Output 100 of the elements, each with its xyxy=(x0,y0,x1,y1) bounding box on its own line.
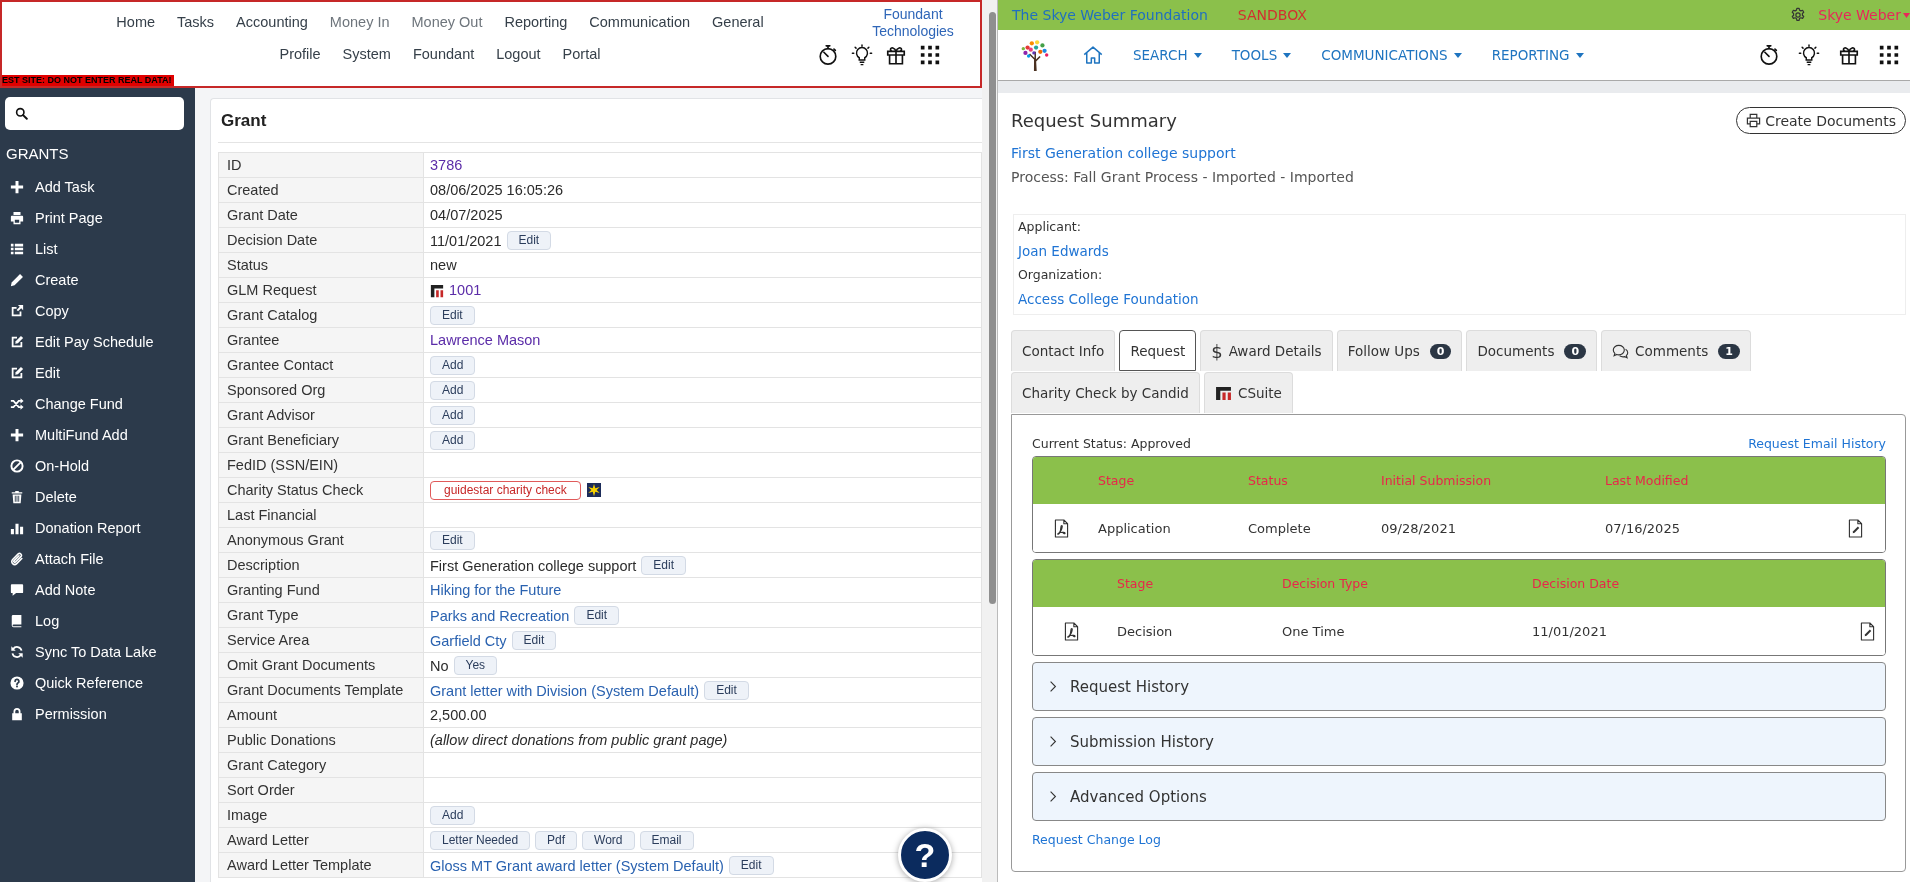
accordion-header[interactable]: Submission History xyxy=(1032,717,1886,766)
small-button[interactable]: Add xyxy=(430,355,476,375)
menu-item[interactable]: SEARCH xyxy=(1133,47,1202,63)
stopwatch-icon[interactable] xyxy=(1758,44,1780,66)
small-button[interactable]: Edit xyxy=(430,530,475,550)
value-link[interactable]: Gloss MT Grant award letter (System Default) xyxy=(430,857,724,873)
sidebar-item[interactable]: Attach File xyxy=(10,543,104,574)
value-link[interactable]: Grant letter with Division (System Default) xyxy=(430,682,700,698)
small-button[interactable]: Yes xyxy=(453,655,498,675)
nav-link[interactable]: Tasks xyxy=(177,14,215,30)
sidebar-item[interactable]: On-Hold xyxy=(10,450,89,481)
sidebar-item[interactable]: Permission xyxy=(10,698,107,729)
tab[interactable]: Charity Check by Candid xyxy=(1011,372,1200,413)
small-button[interactable]: Pdf xyxy=(535,830,578,850)
nav-link[interactable]: Communication xyxy=(589,14,691,30)
create-documents-button[interactable]: Create Documents xyxy=(1736,107,1906,134)
tab[interactable]: $ Award Details xyxy=(1200,330,1333,371)
value-link[interactable]: 1001 xyxy=(449,282,482,299)
contact-link[interactable]: Access College Foundation xyxy=(1018,287,1199,311)
sidebar-item[interactable]: Add Task xyxy=(10,171,95,202)
small-button[interactable]: Edit xyxy=(641,555,686,575)
contact-link[interactable]: Joan Edwards xyxy=(1018,239,1109,263)
small-button[interactable]: Add xyxy=(430,405,476,425)
value-link[interactable]: Parks and Recreation xyxy=(430,607,570,623)
sidebar-item[interactable]: Change Fund xyxy=(10,388,123,419)
nav-link[interactable]: General xyxy=(712,14,764,30)
tab[interactable]: Contact Info xyxy=(1011,330,1116,371)
apps-grid-icon[interactable] xyxy=(919,44,941,66)
email-history-link[interactable]: Request Email History xyxy=(1748,435,1886,451)
value-link[interactable]: Garfield Cty xyxy=(430,632,507,648)
nav-link[interactable]: Reporting xyxy=(504,14,568,30)
tab[interactable]: Comments 1 xyxy=(1601,330,1751,371)
sidebar-item[interactable]: Quick Reference xyxy=(10,667,143,698)
menu-item[interactable]: COMMUNICATIONS xyxy=(1321,47,1462,63)
value-link[interactable]: 3786 xyxy=(430,157,463,174)
apps-grid-icon[interactable] xyxy=(1878,44,1900,66)
sidebar-item[interactable]: MultiFund Add xyxy=(10,419,128,450)
sidebar-item[interactable]: List xyxy=(10,233,58,264)
sidebar-item[interactable]: Add Note xyxy=(10,574,96,605)
sidebar-item[interactable]: Edit Pay Schedule xyxy=(10,326,154,357)
brand-link[interactable]: Foundant Technologies xyxy=(868,6,958,40)
small-button[interactable]: Edit xyxy=(728,855,774,875)
tab[interactable]: Documents 0 xyxy=(1466,330,1598,371)
small-button[interactable]: Edit xyxy=(430,305,475,325)
menu-item[interactable]: REPORTING xyxy=(1491,47,1584,63)
star-icon[interactable] xyxy=(586,483,601,497)
tab[interactable]: Request xyxy=(1119,330,1197,371)
small-button[interactable]: Add xyxy=(430,380,476,400)
search-field[interactable] xyxy=(5,97,184,130)
small-button[interactable]: Word xyxy=(582,830,635,850)
nav-link[interactable]: Money Out xyxy=(411,14,483,30)
sidebar-item[interactable]: Edit xyxy=(10,357,60,388)
small-button[interactable]: Add xyxy=(430,430,476,450)
value-link[interactable]: Hiking for the Future xyxy=(430,582,562,599)
sidebar-item[interactable]: Copy xyxy=(10,295,69,326)
pdf-file-icon[interactable] xyxy=(1064,621,1079,641)
field-label: Decision Date xyxy=(218,227,424,253)
tab[interactable]: Follow Ups 0 xyxy=(1336,330,1463,371)
sidebar-item[interactable]: Log xyxy=(10,605,60,636)
field-label: Applicant: xyxy=(1018,218,1081,236)
sidebar-item[interactable]: Print Page xyxy=(10,202,103,233)
stopwatch-icon[interactable] xyxy=(817,44,839,66)
small-button[interactable]: Letter Needed xyxy=(430,830,531,850)
request-link[interactable]: First Generation college support xyxy=(1011,142,1236,164)
nav-link[interactable]: Foundant xyxy=(412,46,475,62)
nav-link[interactable]: Accounting xyxy=(236,14,308,30)
lightbulb-icon[interactable] xyxy=(851,44,873,66)
small-button[interactable]: Add xyxy=(430,805,476,825)
value-link[interactable]: Lawrence Mason xyxy=(430,332,541,349)
settings-icon[interactable] xyxy=(1790,7,1807,23)
sidebar-item[interactable]: Delete xyxy=(10,481,77,512)
menu-item[interactable]: TOOLS xyxy=(1231,47,1292,63)
sidebar-item[interactable]: Sync To Data Lake xyxy=(10,636,157,667)
accordion-header[interactable]: Advanced Options xyxy=(1032,772,1886,821)
small-button[interactable]: Edit xyxy=(574,605,620,625)
file-edit-icon[interactable] xyxy=(1859,621,1875,641)
lightbulb-icon[interactable] xyxy=(1798,44,1820,66)
small-button[interactable]: Edit xyxy=(704,680,749,700)
tab[interactable]: CSuite xyxy=(1203,372,1293,413)
gift-icon[interactable] xyxy=(1838,44,1860,66)
charity-check-button[interactable]: guidestar charity check xyxy=(430,480,581,500)
sidebar-item[interactable]: Create xyxy=(10,264,79,295)
change-log-link[interactable]: Request Change Log xyxy=(1032,830,1161,850)
small-button[interactable]: Email xyxy=(639,830,694,850)
gift-icon[interactable] xyxy=(885,44,907,66)
home-icon[interactable] xyxy=(1083,45,1103,65)
file-edit-icon[interactable] xyxy=(1847,518,1863,538)
nav-link[interactable]: Portal xyxy=(562,46,601,62)
small-button[interactable]: Edit xyxy=(506,230,552,250)
nav-link[interactable]: System xyxy=(342,46,391,62)
caret-icon xyxy=(1283,52,1292,58)
nav-link[interactable]: Profile xyxy=(279,46,321,62)
nav-link[interactable]: Money In xyxy=(329,14,390,30)
nav-link[interactable]: Home xyxy=(116,14,156,30)
field-label: Grant Documents Template xyxy=(218,677,424,703)
accordion-header[interactable]: Request History xyxy=(1032,662,1886,711)
small-button[interactable]: Edit xyxy=(511,630,557,650)
sidebar-item[interactable]: Donation Report xyxy=(10,512,141,543)
pdf-file-icon[interactable] xyxy=(1054,518,1069,538)
nav-link[interactable]: Logout xyxy=(496,46,541,62)
